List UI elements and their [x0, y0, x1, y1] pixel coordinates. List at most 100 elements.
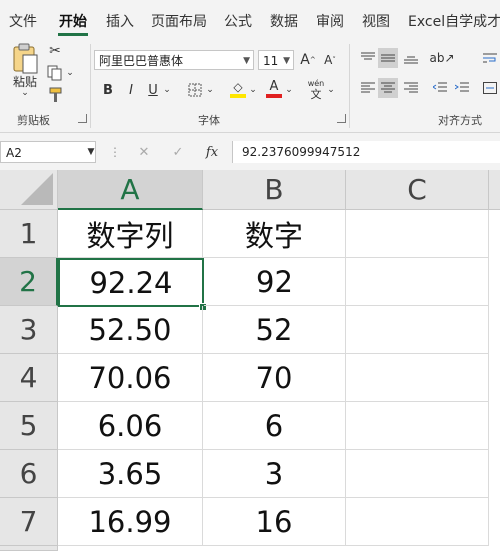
tab-formulas[interactable]: 公式 — [224, 11, 252, 31]
font-launcher-icon[interactable] — [337, 114, 346, 123]
font-size-value: 11 — [263, 54, 279, 68]
row-header-4[interactable]: 4 — [0, 354, 58, 402]
cell-b7[interactable]: 16 — [203, 498, 346, 546]
borders-icon[interactable] — [185, 80, 205, 100]
chevron-down-icon: ▼ — [283, 56, 290, 66]
cell-c7[interactable] — [346, 498, 489, 546]
name-box[interactable]: A2 — [0, 141, 96, 163]
paste-label[interactable]: 粘贴 — [12, 73, 38, 89]
format-painter-icon[interactable] — [46, 86, 64, 104]
underline-dropdown-icon[interactable]: ⌄ — [162, 80, 172, 100]
clipboard-launcher-icon[interactable] — [78, 114, 87, 123]
clipboard-group-label: 剪贴板 — [17, 114, 50, 127]
align-top-icon[interactable] — [358, 48, 378, 68]
chevron-down-icon: ▼ — [243, 56, 250, 66]
font-color-icon[interactable]: A — [264, 78, 284, 100]
row-header-5[interactable]: 5 — [0, 402, 58, 450]
fill-color-icon[interactable]: ◇ — [228, 78, 248, 100]
bold-button[interactable]: B — [100, 80, 116, 100]
enter-icon[interactable]: ✓ — [170, 143, 186, 161]
formula-value: 92.2376099947512 — [242, 145, 361, 159]
merge-center-icon[interactable] — [480, 78, 500, 98]
grow-font-icon[interactable]: A ^ — [298, 50, 318, 70]
tab-insert[interactable]: 插入 — [106, 11, 134, 31]
paste-dropdown-icon[interactable]: ⌄ — [19, 88, 31, 98]
row-header-3[interactable]: 3 — [0, 306, 58, 354]
cell-b3[interactable]: 52 — [203, 306, 346, 354]
formula-input[interactable]: 92.2376099947512 — [232, 141, 500, 163]
cell-a5[interactable]: 6.06 — [58, 402, 203, 450]
borders-dropdown-icon[interactable]: ⌄ — [205, 80, 215, 100]
orientation-icon[interactable]: ab↗ — [429, 48, 454, 68]
align-middle-icon[interactable] — [378, 48, 398, 68]
cell-b5[interactable]: 6 — [203, 402, 346, 450]
row-header-8[interactable] — [0, 546, 58, 551]
increase-indent-icon[interactable] — [452, 78, 472, 98]
shrink-font-icon[interactable]: A ˅ — [320, 50, 340, 70]
cell-a3[interactable]: 52.50 — [58, 306, 203, 354]
cell-a6[interactable]: 3.65 — [58, 450, 203, 498]
alignment-group-label: 对齐方式 — [438, 114, 482, 127]
tab-file[interactable]: 文件 — [9, 11, 37, 31]
formula-bar: A2 ▼ ⋮ ✕ ✓ fx 92.2376099947512 — [0, 133, 500, 171]
tab-home[interactable]: 开始 — [59, 11, 87, 31]
tab-page-layout[interactable]: 页面布局 — [151, 11, 207, 31]
cell-a4[interactable]: 70.06 — [58, 354, 203, 402]
cut-icon[interactable]: ✂ — [46, 42, 64, 60]
cell-c3[interactable] — [346, 306, 489, 354]
cell-c1[interactable] — [346, 210, 489, 258]
group-separator — [349, 44, 350, 128]
cell-b2[interactable]: 92 — [204, 258, 346, 306]
font-group-label: 字体 — [198, 114, 220, 127]
cell-b6[interactable]: 3 — [203, 450, 346, 498]
tab-data[interactable]: 数据 — [270, 11, 298, 31]
font-color-dropdown-icon[interactable]: ⌄ — [284, 80, 294, 100]
tab-custom[interactable]: Excel自学成才 — [408, 11, 500, 31]
align-left-icon[interactable] — [358, 78, 378, 98]
copy-icon[interactable] — [44, 64, 66, 82]
cell-c2[interactable] — [346, 258, 489, 306]
copy-dropdown-icon[interactable]: ⌄ — [65, 64, 75, 82]
align-center-icon[interactable] — [378, 78, 398, 98]
select-all-button[interactable] — [0, 170, 58, 210]
phonetic-dropdown-icon[interactable]: ⌄ — [326, 80, 336, 100]
active-tab-indicator — [58, 33, 88, 36]
cell-a2[interactable]: 92.24 — [58, 258, 204, 307]
decrease-indent-icon[interactable] — [430, 78, 450, 98]
cell-c5[interactable] — [346, 402, 489, 450]
row-header-6[interactable]: 6 — [0, 450, 58, 498]
cell-c4[interactable] — [346, 354, 489, 402]
column-header-b[interactable]: B — [203, 170, 346, 210]
name-box-dropdown-icon[interactable]: ▼ — [86, 145, 96, 159]
tab-view[interactable]: 视图 — [362, 11, 390, 31]
underline-button[interactable]: U — [145, 80, 161, 100]
cancel-icon[interactable]: ✕ — [136, 143, 152, 161]
italic-button[interactable]: I — [123, 80, 139, 100]
row-header-2[interactable]: 2 — [0, 258, 58, 306]
select-all-triangle-icon — [21, 173, 53, 205]
align-bottom-icon[interactable] — [401, 48, 421, 68]
column-header-c[interactable]: C — [346, 170, 489, 210]
phonetic-icon[interactable]: wén 文 — [306, 77, 326, 103]
cell-a7[interactable]: 16.99 — [58, 498, 203, 546]
font-family-value: 阿里巴巴普惠体 — [99, 54, 184, 68]
insert-function-icon[interactable]: fx — [203, 143, 221, 161]
cell-a1[interactable]: 数字列 — [58, 210, 203, 258]
paste-icon[interactable] — [8, 42, 42, 76]
tab-review[interactable]: 审阅 — [316, 11, 344, 31]
cell-b4[interactable]: 70 — [203, 354, 346, 402]
cell-b1[interactable]: 数字 — [203, 210, 346, 258]
font-size-select[interactable]: 11 ▼ — [258, 50, 294, 70]
font-family-select[interactable]: 阿里巴巴普惠体 ▼ — [94, 50, 254, 70]
cell-c6[interactable] — [346, 450, 489, 498]
row-header-7[interactable]: 7 — [0, 498, 58, 546]
column-header-a[interactable]: A — [58, 170, 203, 210]
wrap-text-icon[interactable] — [480, 48, 500, 68]
ribbon-tab-bar: 文件 开始 插入 页面布局 公式 数据 审阅 视图 Excel自学成才 — [0, 0, 500, 40]
ribbon: 粘贴 ⌄ ✂ ⌄ 剪贴板 阿里巴巴普惠体 ▼ 11 ▼ A ^ A ˅ B I U … — [0, 40, 500, 133]
column-header-d[interactable] — [489, 170, 500, 210]
align-right-icon[interactable] — [401, 78, 421, 98]
group-separator — [90, 44, 91, 128]
fill-color-dropdown-icon[interactable]: ⌄ — [248, 80, 258, 100]
row-header-1[interactable]: 1 — [0, 210, 58, 258]
